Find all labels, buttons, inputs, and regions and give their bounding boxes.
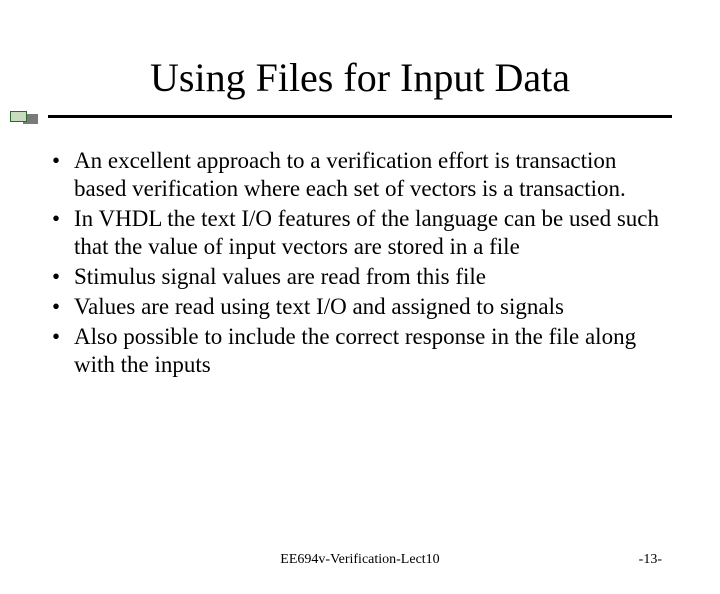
title-rule <box>48 115 672 118</box>
list-item: Also possible to include the correct res… <box>48 323 672 379</box>
bullet-list: An excellent approach to a verification … <box>48 147 672 379</box>
slide-title: Using Files for Input Data <box>48 54 672 101</box>
list-item: An excellent approach to a verification … <box>48 147 672 203</box>
footer-center: EE694v-Verification-Lect10 <box>0 552 720 568</box>
title-rule-wrap <box>48 113 672 121</box>
list-item: Values are read using text I/O and assig… <box>48 293 672 321</box>
decoration-icon <box>10 111 38 123</box>
list-item: In VHDL the text I/O features of the lan… <box>48 205 672 261</box>
list-item: Stimulus signal values are read from thi… <box>48 263 672 291</box>
slide: Using Files for Input Data An excellent … <box>0 54 720 594</box>
footer-page-number: -13- <box>639 552 662 568</box>
